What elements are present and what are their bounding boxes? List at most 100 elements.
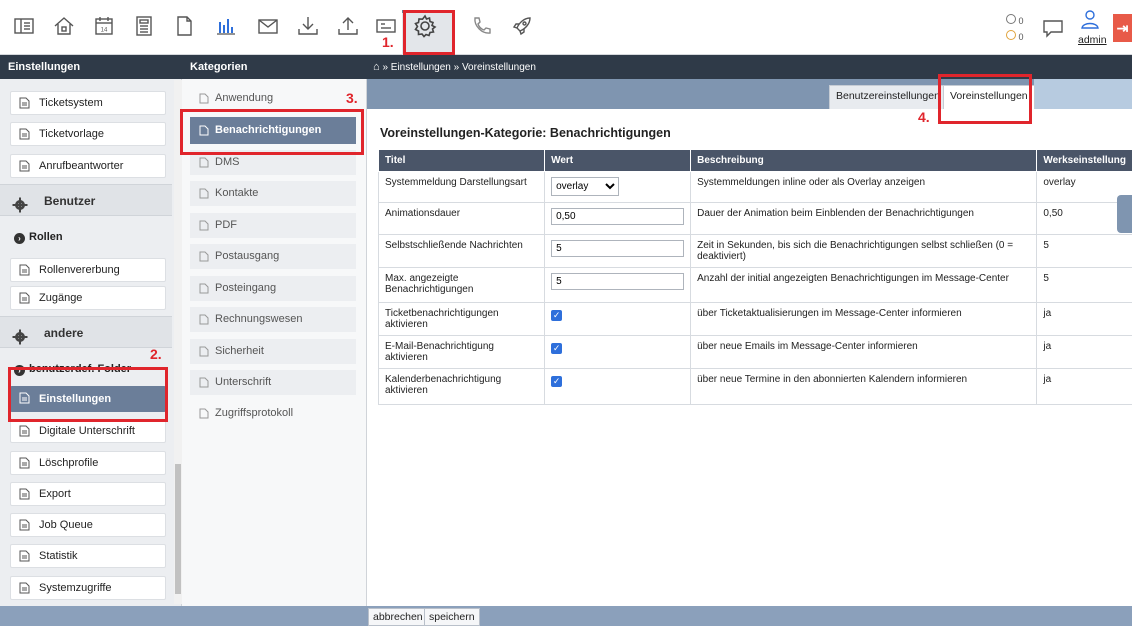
svg-text:14: 14 <box>101 28 108 34</box>
rocket-icon[interactable] <box>510 14 536 40</box>
annotation-label-2: 2. <box>150 346 162 362</box>
sidebar-item-job-queue[interactable]: Job Queue <box>10 513 166 537</box>
gear-icon <box>12 325 28 357</box>
calendar-notifications-checkbox[interactable]: ✓ <box>551 376 563 387</box>
sidebar-item-rollen[interactable]: › Rollen <box>14 231 63 244</box>
category-sicherheit[interactable]: Sicherheit <box>190 339 356 364</box>
sidebar-item-zugaenge[interactable]: Zugänge <box>10 286 166 310</box>
annotation-label-1: 1. <box>382 34 394 50</box>
scrollbar-thumb[interactable] <box>175 464 181 594</box>
sidebar-item-export[interactable]: Export <box>10 482 166 506</box>
category-label: Sicherheit <box>215 345 264 357</box>
table-header-row: Titel Wert Beschreibung Werkseinstellung <box>377 149 1132 172</box>
cell-beschreibung: Systemmeldungen inline oder als Overlay … <box>690 171 1038 203</box>
category-anwendung[interactable]: Anwendung <box>190 86 356 111</box>
cell-wert <box>544 267 692 303</box>
tab-voreinstellungen[interactable]: Voreinstellungen <box>943 85 1035 109</box>
mail-icon[interactable] <box>256 14 282 40</box>
cell-titel: Systemmeldung Darstellungsart <box>377 171 546 203</box>
category-postausgang[interactable]: Postausgang <box>190 244 356 269</box>
upload-icon[interactable] <box>336 14 362 40</box>
side-panel-handle[interactable] <box>1117 195 1132 233</box>
sidebar-item-benutzerdef-folder[interactable]: › benutzerdef. Folder <box>14 363 131 376</box>
category-dms[interactable]: DMS <box>190 150 356 175</box>
gear-icon[interactable] <box>413 14 439 40</box>
ticket-notifications-checkbox[interactable]: ✓ <box>551 310 563 321</box>
chart-icon[interactable] <box>214 14 240 40</box>
max-notifications-input[interactable] <box>551 273 685 290</box>
download-icon[interactable] <box>296 14 322 40</box>
table-row: Max. angezeigte Benachrichtigungen Anzah… <box>377 267 1132 303</box>
logout-button[interactable]: ⇥ <box>1113 14 1132 42</box>
notification-icon[interactable]: 0 <box>1006 14 1032 26</box>
home-icon[interactable] <box>52 14 78 40</box>
cancel-button[interactable]: abbrechen <box>368 608 428 626</box>
category-label: Zugriffsprotokoll <box>215 407 294 419</box>
column-header-werkseinstellung[interactable]: Werkseinstellung <box>1036 149 1132 172</box>
sidebar-group-benutzer[interactable]: Benutzer <box>0 184 172 216</box>
document-icon <box>199 157 209 168</box>
column-header-beschreibung[interactable]: Beschreibung <box>690 149 1038 172</box>
tab-benutzereinstellungen[interactable]: Benutzereinstellungen <box>829 85 947 109</box>
column-header-wert[interactable]: Wert <box>544 149 692 172</box>
save-button[interactable]: speichern <box>424 608 480 626</box>
category-label: Anwendung <box>215 92 274 104</box>
category-unterschrift[interactable]: Unterschrift <box>190 370 356 395</box>
category-rechnungswesen[interactable]: Rechnungswesen <box>190 307 356 332</box>
page-title: Voreinstellungen-Kategorie: Benachrichti… <box>380 126 671 140</box>
breadcrumb-home-icon[interactable]: ⌂ <box>373 61 380 73</box>
sidebar-item-rollenvererbung[interactable]: Rollenvererbung <box>10 258 166 282</box>
category-posteingang[interactable]: Posteingang <box>190 276 356 301</box>
user-avatar-icon[interactable] <box>1078 8 1104 30</box>
sidebar-item-einstellungen[interactable]: Einstellungen <box>10 386 166 412</box>
dashboard-icon[interactable] <box>12 14 38 40</box>
tab-strip: Benutzereinstellungen Voreinstellungen <box>367 79 1132 109</box>
category-label: Posteingang <box>215 282 277 294</box>
breadcrumb-path[interactable]: » Einstellungen » Voreinstellungen <box>382 62 535 73</box>
logout-icon: ⇥ <box>1116 20 1129 36</box>
reminder-icon[interactable]: 0 <box>1006 30 1032 42</box>
sidebar-item-anrufbeantworter[interactable]: Anrufbeantworter <box>10 154 166 178</box>
sidebar-item-label: Ticketvorlage <box>39 128 105 140</box>
display-mode-select[interactable]: overlay <box>551 177 620 196</box>
sidebar-item-label: Einstellungen <box>39 393 112 405</box>
category-label: Kontakte <box>215 187 259 199</box>
document-icon <box>19 488 30 500</box>
user-name-link[interactable]: admin <box>1078 34 1107 46</box>
cell-titel: Max. angezeigte Benachrichtigungen <box>377 267 546 303</box>
sidebar-item-ticketvorlage[interactable]: Ticketvorlage <box>10 122 166 146</box>
category-zugriffsprotokoll[interactable]: Zugriffsprotokoll <box>190 401 356 426</box>
document-icon <box>199 188 209 199</box>
calculator-icon[interactable] <box>132 14 158 40</box>
column-header-titel[interactable]: Titel <box>377 149 546 172</box>
document-icon <box>19 264 30 276</box>
settings-panel-header: Einstellungen <box>0 55 182 79</box>
sidebar-item-statistik[interactable]: Statistik <box>10 544 166 568</box>
sidebar-scrollbar[interactable] <box>174 80 182 604</box>
sidebar-item-systemzugriffe[interactable]: Systemzugriffe <box>10 576 166 600</box>
arrow-circle-icon: › <box>14 365 25 376</box>
cell-werk: ja <box>1036 368 1132 405</box>
sidebar-group-andere[interactable]: andere <box>0 316 172 348</box>
category-benachrichtigungen[interactable]: Benachrichtigungen <box>190 117 356 144</box>
sidebar-item-label: Systemzugriffe <box>39 582 112 594</box>
main-content: Benutzereinstellungen Voreinstellungen V… <box>367 79 1132 606</box>
sidebar-item-loeschprofile[interactable]: Löschprofile <box>10 451 166 475</box>
phone-icon[interactable] <box>470 14 496 40</box>
chat-icon[interactable] <box>1041 16 1067 42</box>
document-icon[interactable] <box>172 14 198 40</box>
gear-icon <box>12 193 28 225</box>
animation-duration-input[interactable] <box>551 208 685 225</box>
sidebar-item-digitale-unterschrift[interactable]: Digitale Unterschrift <box>10 419 166 443</box>
sidebar-item-label: Export <box>39 488 71 500</box>
auto-close-seconds-input[interactable] <box>551 240 685 257</box>
document-icon <box>19 292 30 304</box>
category-pdf[interactable]: PDF <box>190 213 356 238</box>
category-kontakte[interactable]: Kontakte <box>190 181 356 206</box>
calendar-icon[interactable]: 14 <box>92 14 118 40</box>
sidebar-item-ticketsystem[interactable]: Ticketsystem <box>10 91 166 115</box>
email-notifications-checkbox[interactable]: ✓ <box>551 343 563 354</box>
document-icon <box>199 251 209 262</box>
document-icon <box>19 457 30 469</box>
category-label: PDF <box>215 219 237 231</box>
